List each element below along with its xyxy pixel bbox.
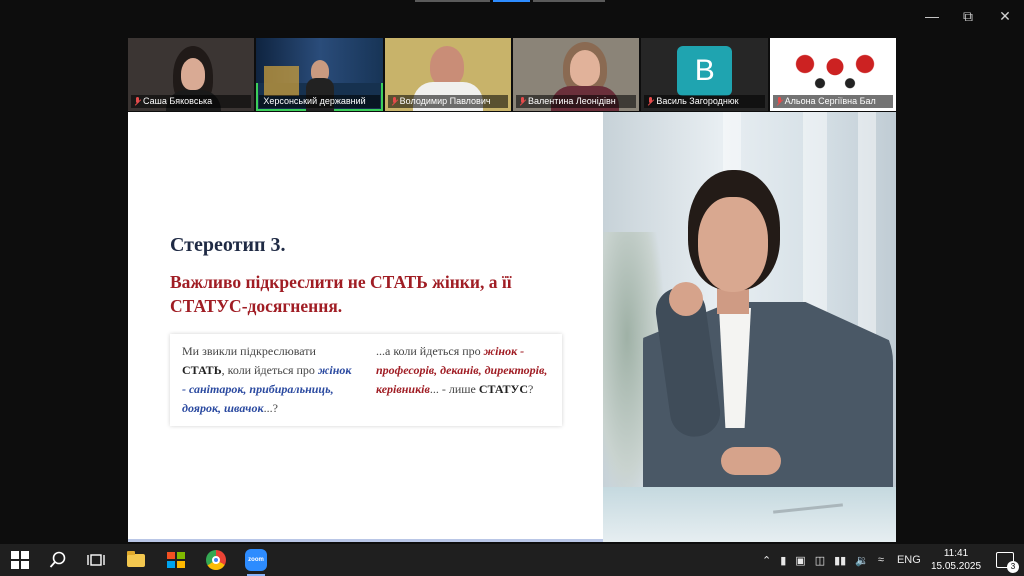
display-icon[interactable]: ▣ [795,554,805,567]
slide-text-area: Стереотип 3. Важливо підкреслити не СТАТ… [128,112,603,542]
participant-tile-active[interactable]: Херсонський державний [256,38,383,111]
participant-name: Херсонський державний [259,95,380,108]
participant-name: Саша Бяковська [131,95,252,108]
notification-icon[interactable]: 3 [996,552,1019,573]
participant-tile[interactable]: Альона Сергіївна Бал [769,38,896,111]
clock-time: 11:41 [943,548,969,559]
avatar: B [677,46,733,96]
mic-muted-icon [391,97,398,106]
chrome-icon[interactable] [204,548,228,572]
restore-icon[interactable]: ⧉ [958,6,978,26]
clock[interactable]: 11:41 15.05.2025 [926,547,986,573]
participant-name: Володимир Павлович [387,95,508,108]
wifi-icon[interactable]: ≈ [878,554,884,566]
mic-muted-icon [519,97,526,106]
mic-muted-icon [647,97,654,106]
notification-count: 3 [1007,561,1019,573]
chevron-up-icon[interactable]: ⌃ [762,554,771,567]
participant-strip: Саша Бяковська Херсонський державний Вол… [128,38,896,111]
battery-icon[interactable]: ▮▮ [834,554,846,567]
participant-tile[interactable]: Саша Бяковська [128,38,255,111]
clock-date: 15.05.2025 [930,561,982,572]
slide-bottom-bar [128,539,603,542]
participant-tile[interactable]: B Василь Загороднюк [641,38,768,111]
zoom-app-icon[interactable]: zoom [244,548,268,576]
usb-icon[interactable]: ▮ [780,554,786,567]
comparison-box: Ми звикли підкреслювати СТАТЬ, коли йдет… [170,334,562,426]
embroidery-image [784,42,885,97]
volume-icon[interactable]: 🔉 [855,554,869,567]
task-view-icon[interactable] [84,548,108,572]
top-tab-indicator [415,0,605,2]
search-icon[interactable] [46,548,70,572]
close-icon[interactable]: ✕ [995,6,1015,26]
slide-title: Стереотип 3. [170,234,286,256]
taskbar: zoom ⌃ ▮ ▣ ◫ ▮▮ 🔉 ≈ ENG 11:41 15.05.2025… [0,544,1024,576]
participant-name: Василь Загороднюк [644,95,765,108]
system-tray: ⌃ ▮ ▣ ◫ ▮▮ 🔉 ≈ ENG [762,544,921,576]
file-explorer-icon[interactable] [124,548,148,572]
participant-name: Альона Сергіївна Бал [772,95,893,108]
mic-muted-icon [776,97,783,106]
microsoft-store-icon[interactable] [164,548,188,572]
windows-start-icon[interactable] [8,548,32,572]
box-left-text: Ми звикли підкреслювати СТАТЬ, коли йдет… [182,344,352,415]
language-indicator[interactable]: ENG [897,554,921,566]
participant-tile[interactable]: Володимир Павлович [384,38,511,111]
mic-muted-icon [134,97,141,106]
shared-slide: Стереотип 3. Важливо підкреслити не СТАТ… [128,112,896,542]
businesswoman-photo [603,112,896,542]
box-right-text: ...а коли йдеться про жінок - професорів… [376,344,548,396]
network-icon[interactable]: ◫ [815,554,825,567]
participant-name: Валентина Леонідівн [515,95,637,108]
minimize-icon[interactable]: — [922,6,942,26]
participant-tile[interactable]: Валентина Леонідівн [512,38,640,111]
slide-subtitle: Важливо підкреслити не СТАТЬ жінки, а її… [170,272,512,316]
